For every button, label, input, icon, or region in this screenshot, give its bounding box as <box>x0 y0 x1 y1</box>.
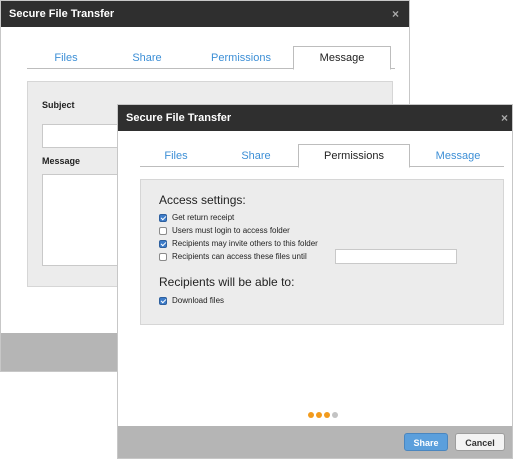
tab-message[interactable]: Message <box>412 145 504 167</box>
progress-dot-complete <box>324 412 330 418</box>
back-window-title: Secure File Transfer <box>9 8 115 20</box>
tab-files[interactable]: Files <box>140 145 212 167</box>
cancel-button[interactable]: Cancel <box>455 433 505 451</box>
tab-files[interactable]: Files <box>27 47 105 69</box>
front-window-titlebar: Secure File Transfer × <box>118 105 512 131</box>
checkbox-checked[interactable] <box>159 214 167 222</box>
option-label: Get return receipt <box>172 213 235 222</box>
option-label: Users must login to access folder <box>172 226 290 235</box>
front-tab-bar: Files Share Permissions Message <box>140 144 504 168</box>
subject-label: Subject <box>42 100 75 110</box>
progress-dot-pending <box>332 412 338 418</box>
tab-permissions[interactable]: Permissions <box>189 47 293 69</box>
close-icon[interactable]: × <box>392 1 399 27</box>
tab-share[interactable]: Share <box>214 145 298 167</box>
option-label: Recipients can access these files until <box>172 252 307 261</box>
progress-dots <box>308 412 342 418</box>
back-tab-bar: Files Share Permissions Message <box>27 46 395 70</box>
checkbox-unchecked[interactable] <box>159 253 167 261</box>
checkbox-checked[interactable] <box>159 297 167 305</box>
message-label: Message <box>42 156 81 166</box>
front-window-title: Secure File Transfer <box>126 112 232 124</box>
checkbox-unchecked[interactable] <box>159 227 167 235</box>
option-label: Download files <box>172 296 225 305</box>
front-window: Secure File Transfer × Files Share Permi… <box>117 104 513 459</box>
expiry-date-input[interactable] <box>335 249 457 264</box>
permissions-panel: Access settings: Get return receipt User… <box>140 179 504 325</box>
checkbox-checked[interactable] <box>159 240 167 248</box>
progress-dot-complete <box>308 412 314 418</box>
tab-message[interactable]: Message <box>293 46 391 70</box>
front-window-footer: Share Cancel <box>118 426 512 458</box>
tab-share[interactable]: Share <box>107 47 187 69</box>
progress-dot-complete <box>316 412 322 418</box>
close-icon[interactable]: × <box>501 105 508 131</box>
option-label: Recipients may invite others to this fol… <box>172 239 318 248</box>
access-settings-heading: Access settings: <box>159 193 246 207</box>
share-button[interactable]: Share <box>404 433 448 451</box>
tab-permissions[interactable]: Permissions <box>298 144 410 168</box>
back-window-titlebar: Secure File Transfer × <box>1 1 409 27</box>
recipients-heading: Recipients will be able to: <box>159 275 295 289</box>
